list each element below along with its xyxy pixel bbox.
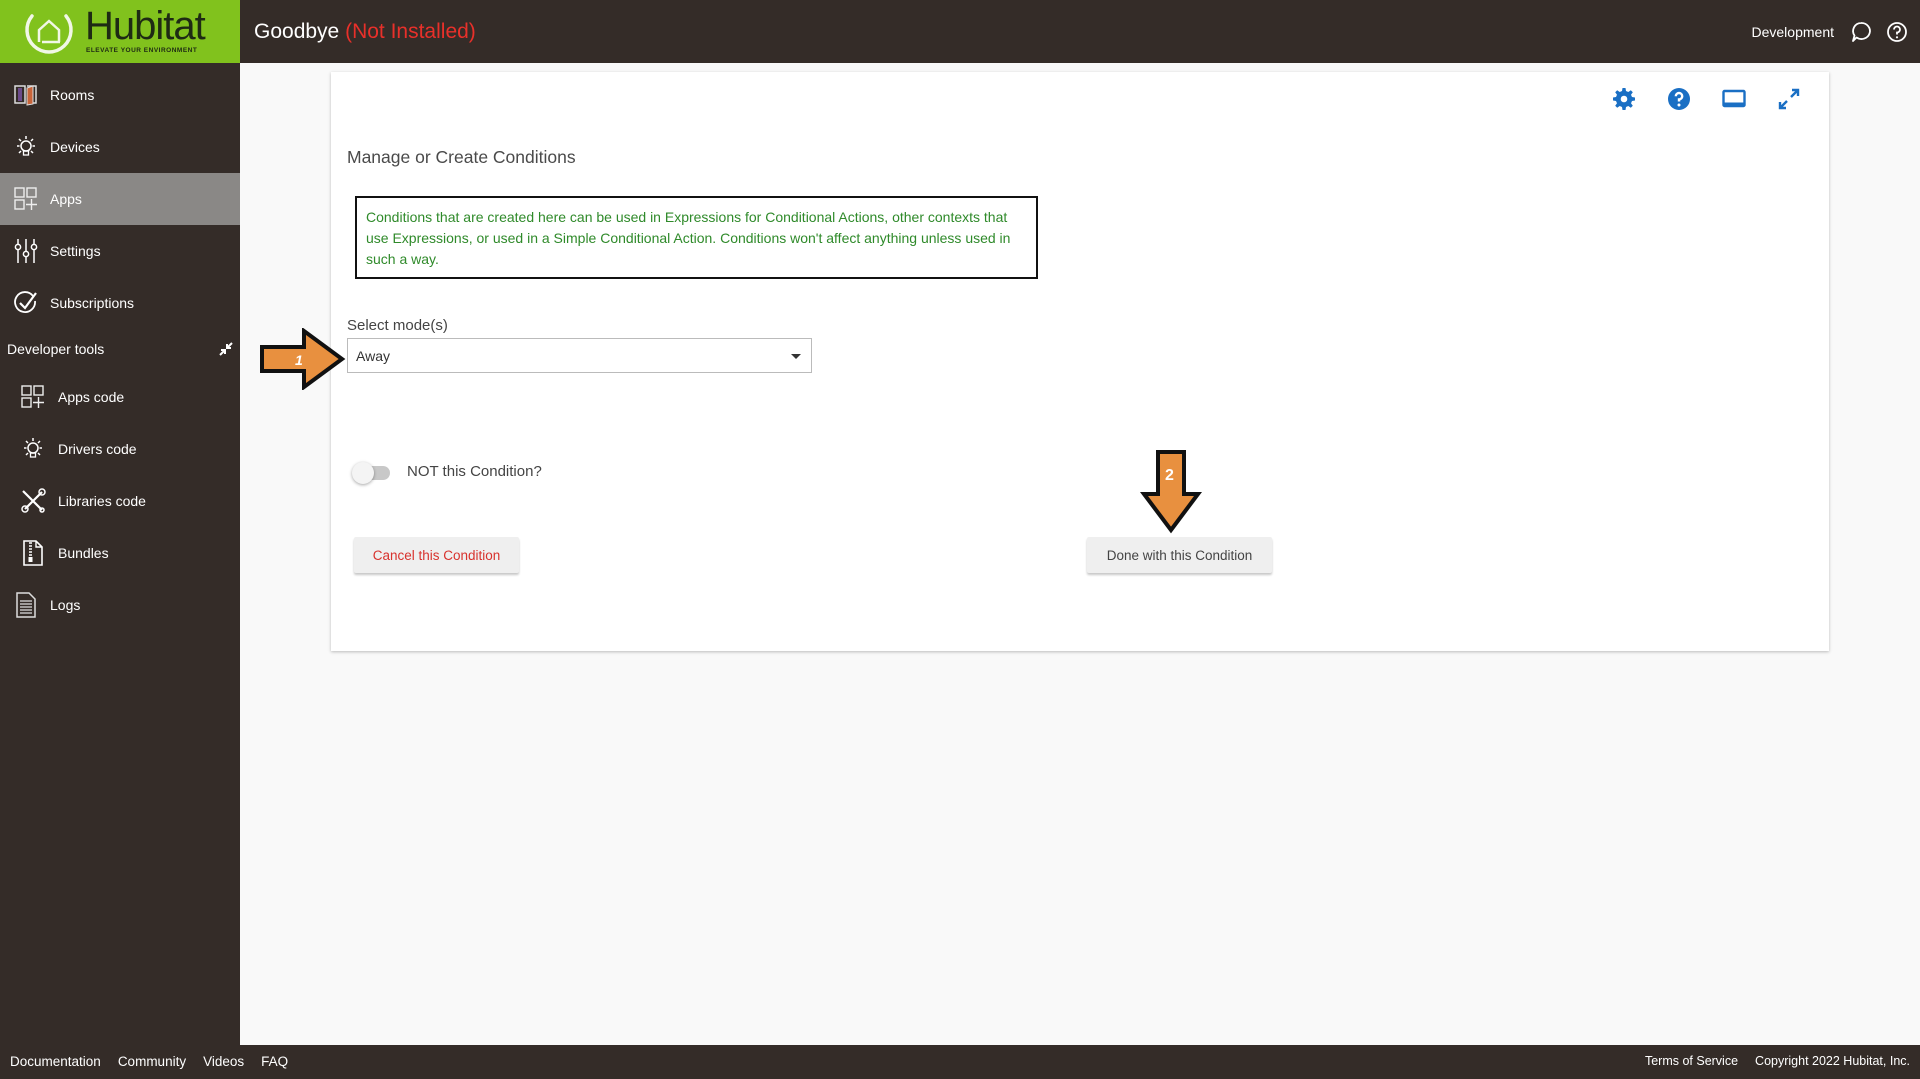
display-icon[interactable] [1719, 84, 1749, 114]
developer-tools-header[interactable]: Developer tools [0, 333, 240, 365]
check-circle-icon [13, 290, 39, 316]
gear-icon[interactable] [1609, 84, 1639, 114]
sidebar-item-apps[interactable]: Apps [0, 173, 240, 225]
top-header: Hubitat ELEVATE YOUR ENVIRONMENT Goodbye… [0, 0, 1920, 63]
copyright-text: Copyright 2022 Hubitat, Inc. [1755, 1054, 1910, 1068]
toggle-knob [352, 462, 374, 484]
terms-link[interactable]: Terms of Service [1645, 1054, 1738, 1068]
sidebar-item-subscriptions[interactable]: Subscriptions [0, 277, 240, 329]
footer-links: Documentation Community Videos FAQ [10, 1054, 288, 1069]
sidebar-item-label: Rooms [50, 87, 95, 103]
sidebar-item-bundles[interactable]: Bundles [0, 527, 240, 579]
sidebar-item-label: Apps code [58, 389, 125, 405]
install-status: (Not Installed) [345, 20, 476, 43]
environment-label: Development [1751, 23, 1835, 40]
apps-grid-icon [20, 384, 46, 410]
not-condition-toggle[interactable] [352, 462, 390, 484]
logo-house-icon [25, 14, 73, 54]
chat-bubble-icon[interactable] [1848, 19, 1874, 45]
tools-icon [20, 488, 46, 514]
sidebar: Rooms Devices Apps Settings Subscription… [0, 63, 240, 1045]
app-config-card: Manage or Create Conditions Conditions t… [331, 72, 1829, 651]
mode-select-value: Away [356, 347, 390, 364]
sidebar-item-label: Libraries code [58, 493, 146, 509]
footer-link-documentation[interactable]: Documentation [10, 1054, 101, 1069]
not-condition-label: NOT this Condition? [407, 463, 542, 480]
sidebar-item-label: Subscriptions [50, 295, 135, 311]
page-title: Goodbye (Not Installed) [254, 20, 476, 44]
info-message: Conditions that are created here can be … [355, 196, 1038, 279]
zip-file-icon [20, 540, 46, 566]
section-title: Manage or Create Conditions [347, 147, 576, 167]
header-actions: Development [1752, 0, 1920, 63]
cancel-condition-button[interactable]: Cancel this Condition [354, 537, 519, 573]
annotation-arrow-right: 1 [260, 328, 346, 390]
annotation-step-1: 1 [295, 352, 303, 368]
document-icon [13, 592, 39, 618]
rooms-icon [13, 82, 39, 108]
sidebar-item-label: Apps [50, 191, 82, 207]
footer: Documentation Community Videos FAQ Terms… [0, 1045, 1920, 1079]
sidebar-item-rooms[interactable]: Rooms [0, 69, 240, 121]
sidebar-item-logs[interactable]: Logs [0, 579, 240, 631]
sidebar-item-label: Settings [50, 243, 101, 259]
sidebar-item-apps-code[interactable]: Apps code [0, 371, 240, 423]
sidebar-item-label: Logs [50, 597, 81, 613]
footer-link-videos[interactable]: Videos [203, 1054, 244, 1069]
sidebar-item-label: Devices [50, 139, 100, 155]
sidebar-item-settings[interactable]: Settings [0, 225, 240, 277]
card-toolbar [1609, 84, 1829, 114]
sidebar-item-label: Drivers code [58, 441, 137, 457]
logo-tagline: ELEVATE YOUR ENVIRONMENT [86, 47, 198, 54]
lightbulb-icon [20, 436, 46, 462]
sidebar-item-label: Bundles [58, 545, 109, 561]
logo-wordmark: Hubitat [85, 4, 206, 48]
expand-icon[interactable] [1774, 84, 1804, 114]
footer-link-community[interactable]: Community [118, 1054, 186, 1069]
help-circle-icon[interactable] [1884, 19, 1910, 45]
mode-select[interactable]: Away [347, 338, 812, 373]
app-name: Goodbye [254, 20, 340, 43]
apps-grid-icon [13, 186, 39, 212]
lightbulb-icon [13, 134, 39, 160]
hubitat-logo[interactable]: Hubitat ELEVATE YOUR ENVIRONMENT [0, 0, 240, 63]
done-condition-button[interactable]: Done with this Condition [1087, 537, 1272, 573]
sliders-icon [13, 238, 39, 264]
footer-link-faq[interactable]: FAQ [261, 1054, 288, 1069]
annotation-step-2: 2 [1165, 467, 1174, 484]
caret-down-icon [791, 354, 801, 359]
sidebar-item-devices[interactable]: Devices [0, 121, 240, 173]
sidebar-item-drivers-code[interactable]: Drivers code [0, 423, 240, 475]
annotation-arrow-down: 2 [1140, 450, 1202, 534]
mode-select-label: Select mode(s) [347, 317, 448, 334]
developer-tools-label: Developer tools [7, 341, 105, 357]
sidebar-item-libraries-code[interactable]: Libraries code [0, 475, 240, 527]
help-icon[interactable] [1664, 84, 1694, 114]
collapse-icon[interactable] [218, 341, 234, 357]
footer-right: Terms of Service Copyright 2022 Hubitat,… [1645, 1054, 1910, 1068]
